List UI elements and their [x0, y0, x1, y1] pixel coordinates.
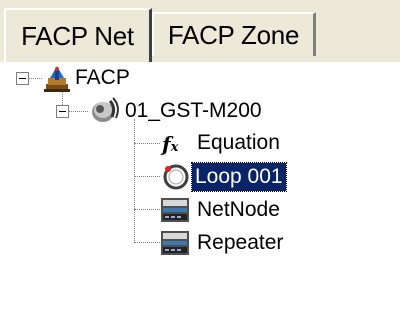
tree-connector: [28, 78, 42, 79]
tree-connector: [134, 176, 160, 177]
tree-node-repeater[interactable]: Repeater: [194, 229, 286, 257]
tree-node-netnode[interactable]: NetNode: [194, 196, 283, 224]
tree-node-device[interactable]: 01_GST-M200: [122, 97, 265, 125]
network-tower-icon: [44, 66, 70, 92]
tree-connector: [134, 143, 160, 144]
function-fx-icon: fx: [162, 132, 179, 156]
repeater-panel-icon: [161, 231, 189, 255]
tree-connector: [134, 119, 135, 243]
network-node-panel-icon: [161, 198, 189, 222]
tree-node-equation[interactable]: Equation: [194, 129, 283, 157]
collapse-facp-toggle[interactable]: [16, 72, 29, 85]
tree-node-facp[interactable]: FACP: [72, 64, 133, 92]
tab-facp-zone[interactable]: FACP Zone: [152, 12, 316, 56]
tree-connector: [134, 209, 160, 210]
telephone-icon: [92, 97, 119, 122]
facp-tree-window: FACP Net FACP Zone FACP 01_GST-M200 fx E…: [0, 0, 400, 313]
tree-view[interactable]: FACP 01_GST-M200 fx Equation Loop 001 Ne…: [0, 62, 400, 313]
tab-strip: FACP Net FACP Zone: [0, 0, 400, 62]
collapse-device-toggle[interactable]: [56, 105, 69, 118]
tree-connector: [134, 242, 160, 243]
tab-facp-net[interactable]: FACP Net: [4, 8, 152, 62]
tree-node-loop-001[interactable]: Loop 001: [191, 162, 287, 192]
tree-connector: [68, 111, 88, 112]
loop-ring-icon: [163, 164, 189, 190]
